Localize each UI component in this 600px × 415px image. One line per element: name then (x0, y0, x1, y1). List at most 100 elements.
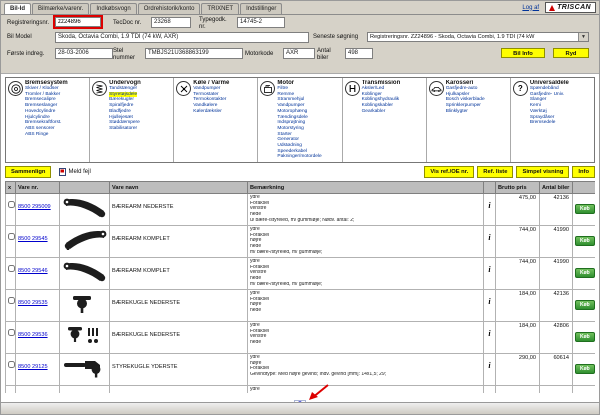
ryd-button[interactable]: Ryd (553, 48, 589, 58)
table-header-row: x Vare nr. Vare navn Bemærkning Brutto p… (6, 182, 596, 194)
category-link-tandstænger[interactable]: Tandstænger (109, 86, 137, 92)
category-link-bremseslanger[interactable]: Bremseslanger (25, 103, 57, 109)
category-link-aksler-led[interactable]: Aksler/Led (362, 86, 385, 92)
category-link-abs-sensorer[interactable]: ABS sensorer (25, 126, 55, 132)
category-link-blinklygter[interactable]: Blinklygter (446, 109, 468, 115)
transmission-icon[interactable] (345, 81, 360, 96)
category-link-vandkølere[interactable]: Vandkølere (193, 103, 217, 109)
ref-liste-button[interactable]: Ref. liste (477, 166, 513, 178)
part-number-link[interactable]: 8500 295009 (18, 204, 51, 210)
category-link-gearkabler[interactable]: Gearkabler (362, 109, 386, 115)
info-icon[interactable]: i (488, 297, 490, 306)
row-checkbox[interactable] (8, 297, 15, 304)
category-link-sprinklerpumper[interactable]: Sprinklerpumper (446, 103, 481, 109)
bil-info-button[interactable]: Bil Info (501, 48, 545, 58)
buy-button[interactable]: Køb (575, 204, 595, 214)
category-link-skiver-klodser[interactable]: Skiver / Klodser (25, 86, 59, 92)
toolbar-left: Sammenlign Meld fejl (5, 166, 91, 178)
suspension-icon[interactable] (92, 81, 107, 96)
category-link-motorstyring[interactable]: Motorstyring (277, 126, 303, 132)
remark-line: Gevindtype: Med højre gevind; Indv. gevi… (250, 372, 481, 378)
category-link-motorophæng[interactable]: Motorophæng (277, 109, 307, 115)
tecdoc-label: TecDoc nr. (113, 20, 141, 27)
category-link-spiralfjedre[interactable]: Spiralfjedre (109, 103, 133, 109)
category-link-bremsedele[interactable]: Bremsedele (530, 120, 556, 126)
tab-trixnet[interactable]: TRIXNET (201, 3, 239, 14)
category-link-vandpumper[interactable]: Vandpumper (193, 86, 220, 92)
tecdoc-value: 23268 (151, 17, 191, 28)
category-link-værktøj[interactable]: Værktøj (530, 109, 547, 115)
buy-button[interactable]: Køb (575, 236, 595, 246)
part-number-link[interactable]: 8500 29545 (18, 236, 48, 242)
category-link-filtre[interactable]: Filtre (277, 86, 288, 92)
price: 184,00 (496, 322, 540, 354)
antal-biler-value: 498 (345, 48, 373, 59)
forste-indreg-label: Første indreg. (7, 51, 44, 58)
vehicle-header: Registreringsnr. TecDoc nr. 23268 Typego… (1, 15, 599, 74)
forste-indreg-value: 28-03-2006 (55, 48, 113, 59)
tab-bilmærke-varenr[interactable]: Bilmærke/varenr. (32, 3, 89, 14)
part-number-link[interactable]: 8500 29546 (18, 268, 48, 274)
category-link-kemi[interactable]: Kemi (530, 103, 541, 109)
info-icon[interactable]: i (488, 233, 490, 242)
seneste-dropdown[interactable]: Registreringsnr. ZZ24896 - Škoda, Octavi… (367, 32, 589, 42)
info-icon[interactable]: i (488, 361, 490, 370)
category-link-bladfjedre[interactable]: Bladfjedre (109, 109, 131, 115)
info-icon[interactable]: i (488, 265, 490, 274)
car-icon[interactable] (429, 81, 444, 96)
category-link-udstødning[interactable]: Udstødning (277, 143, 302, 149)
col-check: x (6, 182, 16, 194)
question-icon[interactable]: ? (513, 81, 528, 96)
seneste-label: Seneste søgning (313, 34, 358, 41)
category-link-abs-ringe[interactable]: ABS Ringe (25, 132, 48, 138)
part-number-link[interactable]: 8500 29125 (18, 364, 48, 370)
category-link-spændebånd[interactable]: Spændebånd (530, 86, 559, 92)
vis-ref-oe-nr-button[interactable]: Vis ref./OE nr. (424, 166, 474, 178)
price: 744,00 (496, 226, 540, 258)
stel-value: TMBJS21U368863199 (145, 48, 243, 59)
meld-fejl-link[interactable]: Meld fejl (59, 168, 90, 176)
info-button[interactable]: Info (572, 166, 595, 178)
part-number-link[interactable]: 8500 29535 (18, 300, 48, 306)
buy-button[interactable]: Køb (575, 300, 595, 310)
brake-disc-icon[interactable] (8, 81, 23, 96)
part-number-link[interactable]: 8500 29536 (18, 332, 48, 338)
toolbar: Sammenlign Meld fejl Vis ref./OE nr.Ref.… (5, 165, 595, 178)
info-icon[interactable]: i (488, 329, 490, 338)
seneste-selected-value: Registreringsnr. ZZ24896 - Škoda, Octavi… (368, 34, 578, 40)
simpel-visning-button[interactable]: Simpel visning (516, 166, 569, 178)
row-checkbox[interactable] (8, 265, 15, 272)
report-error-icon (59, 168, 66, 176)
buy-button[interactable]: Køb (575, 268, 595, 278)
buy-button[interactable]: Køb (575, 364, 595, 374)
row-checkbox[interactable] (8, 233, 15, 240)
col-remark: Bemærkning (248, 182, 484, 194)
tab-indkøbsvogn[interactable]: Indkøbsvogn (90, 3, 136, 14)
typegodk-value[interactable]: 14745-2 (237, 17, 285, 28)
motorkode-value: AXR (283, 48, 315, 59)
row-checkbox[interactable] (8, 361, 15, 368)
category-link-stabilisatorer[interactable]: Stabilisatorer (109, 126, 137, 132)
registration-label: Registreringsnr. (7, 20, 49, 27)
sammenlign-button[interactable]: Sammenlign (5, 166, 51, 178)
fan-icon[interactable] (176, 81, 191, 96)
tab-bil-id[interactable]: Bil-Id (4, 3, 31, 14)
category-link-hovedcylindre[interactable]: Hovedcylindre (25, 109, 55, 115)
info-icon[interactable]: i (488, 201, 490, 210)
row-checkbox[interactable] (8, 201, 15, 208)
buy-button[interactable]: Køb (575, 332, 595, 342)
row-checkbox[interactable] (8, 329, 15, 336)
category-link-kølerdæksler[interactable]: Kølerdæksler (193, 109, 222, 115)
registration-input[interactable] (55, 17, 101, 27)
log-off-link[interactable]: Log af (522, 5, 539, 11)
category-link-vandpumper[interactable]: Vandpumper (277, 103, 304, 109)
category-link-pakninger-motordele[interactable]: Pakninger/motordele (277, 154, 321, 160)
category-link-gasfjedre-auto[interactable]: Gasfjedre-auto (446, 86, 478, 92)
tab-indstillinger[interactable]: Indstillinger (240, 3, 282, 14)
tab-ordrehistorik-konto[interactable]: Ordrehistorik/konto (138, 3, 201, 14)
chevron-down-icon[interactable]: ▼ (578, 33, 588, 41)
category-link-koblingskabler[interactable]: Koblingskabler (362, 103, 393, 109)
table-row: 8500 29536BÆREKUGLE NEDERSTEydreForaksel… (6, 322, 596, 354)
engine-icon[interactable] (260, 81, 275, 96)
horizontal-scrollbar[interactable] (1, 402, 599, 414)
